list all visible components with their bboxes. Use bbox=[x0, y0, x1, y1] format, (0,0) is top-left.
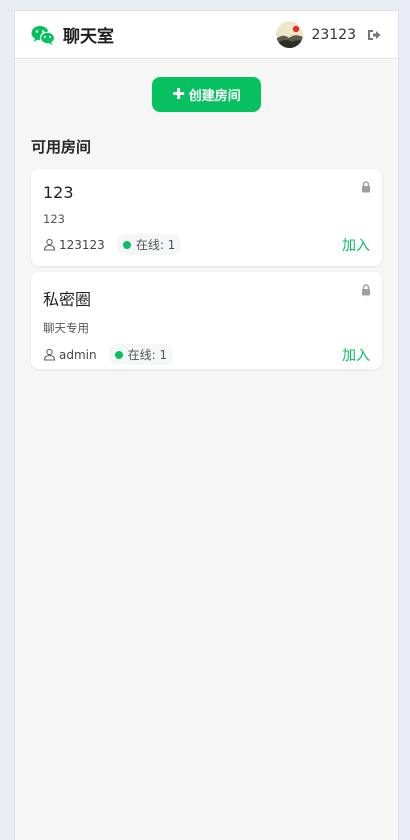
app-frame: 聊天室 23123 ✚ 创建房间 可用房间 123 123 123123 在线:… bbox=[14, 10, 399, 840]
room-meta-left: 123123 在线: 1 bbox=[43, 234, 182, 255]
room-owner: 123123 bbox=[43, 238, 105, 252]
create-room-area: ✚ 创建房间 bbox=[15, 77, 398, 112]
user-icon bbox=[43, 238, 56, 251]
section-title: 可用房间 bbox=[31, 138, 92, 156]
room-meta: 123123 在线: 1 加入 bbox=[43, 234, 370, 255]
room-name: 私密圈 bbox=[43, 290, 92, 309]
online-dot-icon bbox=[122, 240, 131, 249]
lock-icon bbox=[362, 181, 370, 193]
room-description: 123 bbox=[43, 212, 65, 226]
room-description: 聊天专用 bbox=[43, 321, 89, 335]
online-badge: 在线: 1 bbox=[116, 234, 182, 255]
room-owner-name: admin bbox=[59, 347, 97, 362]
user-icon bbox=[43, 348, 56, 361]
room-card[interactable]: 私密圈 聊天专用 admin 在线: 1 加入 bbox=[31, 272, 382, 369]
online-dot-icon bbox=[114, 350, 123, 359]
logout-icon[interactable] bbox=[366, 27, 382, 43]
create-room-button[interactable]: ✚ 创建房间 bbox=[152, 77, 261, 112]
user-area: 23123 bbox=[276, 21, 382, 48]
online-count: 在线: 1 bbox=[127, 348, 168, 362]
room-owner-name: 123123 bbox=[59, 237, 105, 252]
join-room-button[interactable]: 加入 bbox=[342, 345, 370, 365]
room-name: 123 bbox=[43, 183, 74, 202]
plus-icon: ✚ bbox=[172, 85, 185, 103]
create-room-label: 创建房间 bbox=[188, 89, 241, 104]
room-meta-left: admin 在线: 1 bbox=[43, 344, 174, 365]
room-owner: admin bbox=[43, 348, 97, 362]
join-room-button[interactable]: 加入 bbox=[342, 235, 370, 255]
wechat-icon bbox=[31, 25, 55, 45]
app-title: 聊天室 bbox=[63, 27, 114, 47]
room-meta: admin 在线: 1 加入 bbox=[43, 344, 370, 365]
online-count: 在线: 1 bbox=[135, 238, 176, 252]
room-list: 123 123 123123 在线: 1 加入 私密圈 聊天专用 admin 在… bbox=[15, 169, 398, 369]
top-bar: 聊天室 23123 bbox=[15, 11, 398, 59]
username: 23123 bbox=[311, 26, 356, 43]
online-badge: 在线: 1 bbox=[108, 344, 174, 365]
lock-icon bbox=[362, 284, 370, 296]
brand: 聊天室 bbox=[31, 22, 114, 47]
room-card[interactable]: 123 123 123123 在线: 1 加入 bbox=[31, 169, 382, 266]
avatar[interactable] bbox=[276, 21, 304, 48]
